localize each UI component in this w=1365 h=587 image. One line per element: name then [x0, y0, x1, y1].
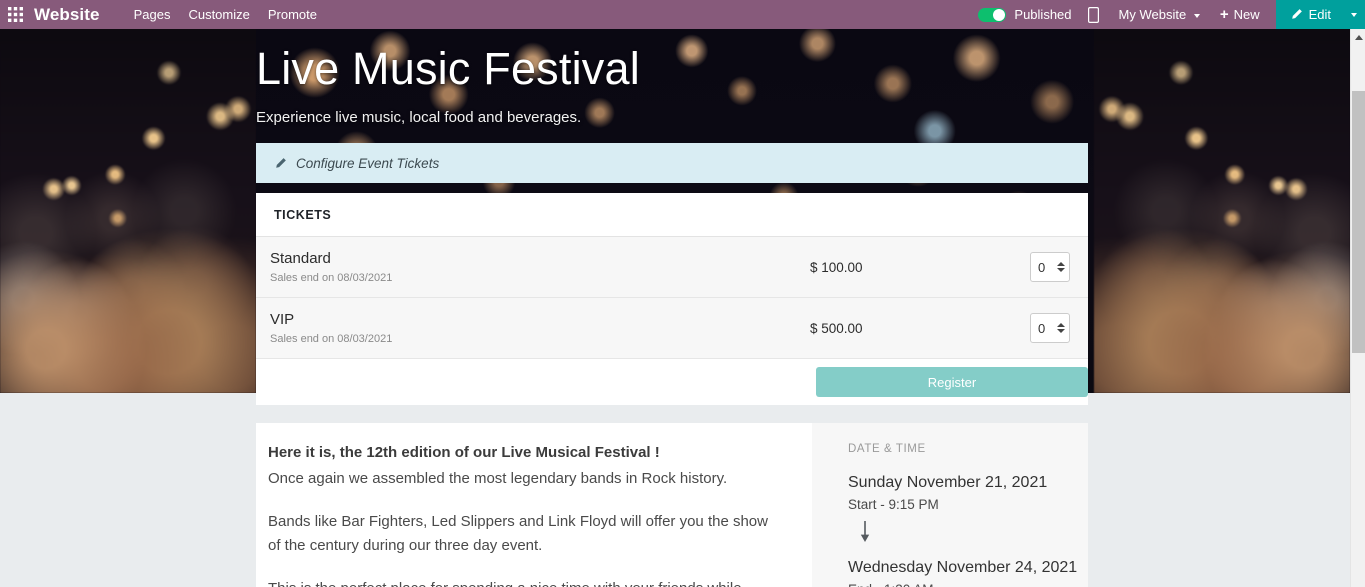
menu-item-promote[interactable]: Promote: [268, 7, 317, 22]
end-date: Wednesday November 24, 2021: [848, 558, 1078, 576]
hero-crowd-photo-right: [1094, 29, 1350, 393]
chevron-down-icon: [1351, 12, 1357, 17]
new-button[interactable]: + New: [1220, 7, 1260, 22]
pencil-icon: [1290, 8, 1303, 21]
table-row: VIP Sales end on 08/03/2021 $ 500.00 0: [256, 298, 1088, 359]
date-time-panel: DATE & TIME Sunday November 21, 2021 Sta…: [812, 423, 1088, 587]
quantity-value: 0: [1038, 320, 1046, 336]
date-time-heading: DATE & TIME: [848, 443, 926, 455]
publish-toggle[interactable]: Published: [978, 7, 1072, 22]
chevron-down-icon: [1193, 13, 1200, 18]
mobile-preview-icon[interactable]: [1087, 6, 1099, 23]
edit-button-label: Edit: [1308, 7, 1331, 22]
website-page: Live Music Festival Experience live musi…: [0, 29, 1350, 587]
start-time: Start - 9:15 PM: [848, 496, 939, 512]
brand-website[interactable]: Website: [34, 5, 100, 25]
ticket-price: $ 100.00: [810, 259, 863, 275]
tickets-header: TICKETS: [256, 193, 1088, 237]
configure-event-tickets-link[interactable]: Configure Event Tickets: [256, 143, 1088, 183]
scrollbar-thumb[interactable]: [1352, 91, 1365, 353]
ticket-quantity-cell: 0: [1030, 252, 1070, 282]
page-scrollbar[interactable]: [1350, 29, 1365, 587]
quantity-stepper[interactable]: 0: [1030, 252, 1070, 282]
ticket-name: Standard: [270, 250, 331, 267]
ticket-name-cell: Standard Sales end on 08/03/2021: [270, 250, 810, 284]
stepper-arrows-icon[interactable]: [1057, 322, 1065, 334]
website-selector-label: My Website: [1118, 7, 1187, 22]
ticket-name: VIP: [270, 311, 295, 328]
edit-button[interactable]: Edit: [1275, 0, 1343, 29]
description-paragraph-3: This is the perfect place for spending a…: [268, 577, 782, 587]
plus-icon: +: [1219, 6, 1229, 23]
ticket-sales-end: Sales end on 08/03/2021: [270, 272, 393, 284]
arrow-down-icon: [859, 520, 1088, 548]
publish-label: Published: [1014, 7, 1072, 22]
tickets-header-label: TICKETS: [274, 207, 332, 222]
register-button[interactable]: Register: [816, 367, 1088, 397]
description-paragraph-2: Bands like Bar Fighters, Led Slippers an…: [268, 513, 768, 554]
quantity-value: 0: [1038, 259, 1046, 275]
content-column: Configure Event Tickets TICKETS Standard…: [256, 29, 1088, 587]
quantity-stepper[interactable]: 0: [1030, 313, 1070, 343]
admin-bar-right-group: Published My Website + New Edit: [978, 0, 1365, 29]
ticket-quantity-cell: 0: [1030, 313, 1070, 343]
table-row: Standard Sales end on 08/03/2021 $ 100.0…: [256, 237, 1088, 298]
website-selector[interactable]: My Website: [1119, 7, 1200, 22]
apps-grid-icon[interactable]: [0, 7, 30, 22]
stepper-arrows-icon[interactable]: [1057, 261, 1065, 273]
new-button-label: New: [1233, 7, 1260, 22]
register-row: Register: [256, 359, 1088, 405]
description-lead: Here it is, the 12th edition of our Live…: [268, 444, 660, 461]
ticket-price: $ 500.00: [810, 320, 863, 336]
publish-switch-icon[interactable]: [978, 7, 1007, 22]
tickets-card: TICKETS Standard Sales end on 08/03/2021…: [256, 193, 1088, 405]
event-body: Here it is, the 12th edition of our Live…: [256, 423, 1088, 587]
edit-dropdown-button[interactable]: [1343, 0, 1365, 29]
pencil-icon: [274, 157, 287, 170]
configure-alert-label: Configure Event Tickets: [296, 155, 440, 171]
menu-item-customize[interactable]: Customize: [188, 7, 249, 22]
end-time: End - 1:30 AM: [848, 582, 1088, 587]
menu-item-pages[interactable]: Pages: [134, 7, 171, 22]
ticket-sales-end: Sales end on 08/03/2021: [270, 333, 393, 345]
scroll-up-arrow-icon[interactable]: [1351, 29, 1365, 46]
hero-crowd-photo-left: [0, 29, 256, 393]
ticket-name-cell: VIP Sales end on 08/03/2021: [270, 311, 810, 345]
start-date: Sunday November 21, 2021: [848, 474, 1048, 491]
admin-top-bar: Website Pages Customize Promote Publishe…: [0, 0, 1365, 29]
description-lead-sub: Once again we assembled the most legenda…: [268, 470, 728, 487]
event-description: Here it is, the 12th edition of our Live…: [256, 423, 812, 587]
